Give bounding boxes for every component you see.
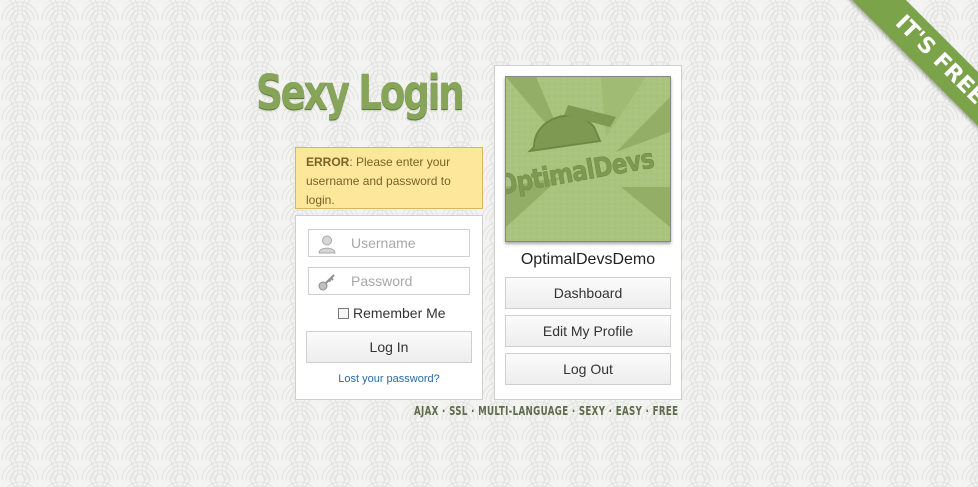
password-field[interactable] — [308, 267, 470, 295]
site-logo: Sexy Login — [256, 65, 465, 121]
dashboard-button[interactable]: Dashboard — [505, 277, 671, 309]
user-icon — [317, 234, 337, 254]
edit-profile-button[interactable]: Edit My Profile — [505, 315, 671, 347]
log-out-button[interactable]: Log Out — [505, 353, 671, 385]
feature-tagline: AJAX · SSL · MULTI-LANGUAGE · SEXY · EAS… — [414, 404, 679, 418]
error-label: ERROR — [306, 155, 350, 169]
login-panel: Remember Me Log In Lost your password? — [295, 215, 483, 400]
ribbon-label: IT'S FREE! — [848, 0, 978, 159]
profile-panel: OptimalDevs OptimalDevsDemo Dashboard Ed… — [494, 65, 682, 400]
error-message: ERROR: Please enter your username and pa… — [295, 147, 483, 209]
password-input[interactable] — [341, 268, 467, 294]
avatar: OptimalDevs — [505, 76, 671, 242]
username-field[interactable] — [308, 229, 470, 257]
username-input[interactable] — [341, 230, 467, 256]
corner-ribbon: IT'S FREE! — [818, 0, 978, 160]
login-button[interactable]: Log In — [306, 331, 472, 363]
lost-password-link[interactable]: Lost your password? — [296, 373, 482, 385]
profile-name: OptimalDevsDemo — [520, 251, 656, 268]
remember-me[interactable]: Remember Me — [338, 305, 446, 321]
remember-me-checkbox[interactable] — [338, 307, 349, 319]
remember-me-label: Remember Me — [353, 305, 446, 321]
key-icon — [317, 272, 337, 292]
